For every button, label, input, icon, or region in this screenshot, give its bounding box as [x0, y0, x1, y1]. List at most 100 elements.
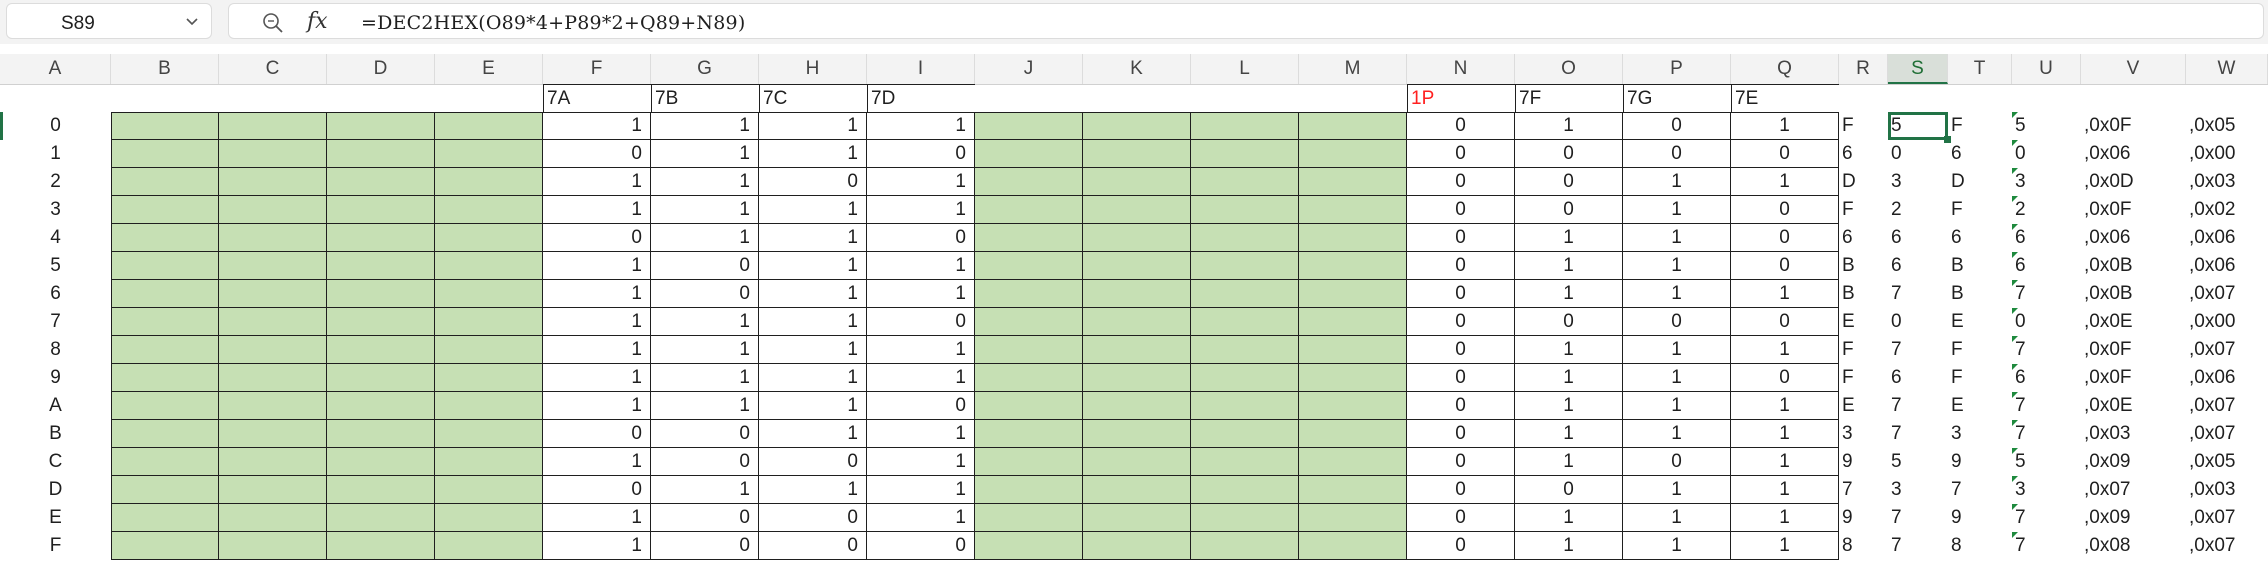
- fill-cell[interactable]: [327, 224, 435, 252]
- fill-cell[interactable]: [1299, 336, 1407, 364]
- data-cell-s[interactable]: 7: [1888, 392, 1948, 420]
- fill-cell[interactable]: [327, 504, 435, 532]
- data-cell-w[interactable]: ,0x03: [2186, 168, 2268, 196]
- data-cell-o[interactable]: 0: [1515, 476, 1623, 504]
- row-label-cell[interactable]: 5: [0, 252, 111, 280]
- header-cell-q[interactable]: 7E: [1731, 84, 1839, 112]
- data-cell-u[interactable]: 0: [2012, 308, 2081, 336]
- row-label-cell[interactable]: 6: [0, 280, 111, 308]
- data-cell-n[interactable]: 0: [1407, 112, 1515, 140]
- fill-cell[interactable]: [435, 224, 543, 252]
- row-label-cell[interactable]: A: [0, 392, 111, 420]
- data-cell-i[interactable]: 1: [867, 196, 975, 224]
- data-cell-u[interactable]: 2: [2012, 196, 2081, 224]
- data-cell-i[interactable]: 1: [867, 252, 975, 280]
- data-cell-q[interactable]: 1: [1731, 336, 1839, 364]
- data-cell-h[interactable]: 1: [759, 364, 867, 392]
- data-cell-v[interactable]: ,0x06: [2081, 224, 2186, 252]
- data-cell-w[interactable]: ,0x06: [2186, 252, 2268, 280]
- data-cell-r[interactable]: 9: [1839, 504, 1888, 532]
- data-cell-i[interactable]: 1: [867, 420, 975, 448]
- data-cell-q[interactable]: 1: [1731, 476, 1839, 504]
- data-cell-t[interactable]: E: [1948, 392, 2012, 420]
- fill-cell[interactable]: [219, 168, 327, 196]
- column-header-i[interactable]: I: [867, 54, 975, 84]
- column-header-u[interactable]: U: [2012, 54, 2081, 84]
- fill-cell[interactable]: [1083, 112, 1191, 140]
- data-cell-q[interactable]: 1: [1731, 112, 1839, 140]
- data-cell-t[interactable]: F: [1948, 196, 2012, 224]
- fill-cell[interactable]: [327, 308, 435, 336]
- fill-cell[interactable]: [1083, 308, 1191, 336]
- data-cell-p[interactable]: 0: [1623, 112, 1731, 140]
- fill-cell[interactable]: [1191, 476, 1299, 504]
- data-cell-o[interactable]: 1: [1515, 224, 1623, 252]
- data-cell-v[interactable]: ,0x08: [2081, 532, 2186, 560]
- data-cell-f[interactable]: 0: [543, 224, 651, 252]
- data-cell-h[interactable]: 1: [759, 392, 867, 420]
- fill-cell[interactable]: [435, 364, 543, 392]
- fill-cell[interactable]: [111, 168, 219, 196]
- data-cell-t[interactable]: E: [1948, 308, 2012, 336]
- fill-cell[interactable]: [1083, 448, 1191, 476]
- row-label-cell[interactable]: 7: [0, 308, 111, 336]
- data-cell-p[interactable]: 1: [1623, 364, 1731, 392]
- data-cell-u[interactable]: 7: [2012, 392, 2081, 420]
- data-cell-r[interactable]: B: [1839, 252, 1888, 280]
- data-cell-g[interactable]: 1: [651, 224, 759, 252]
- data-cell-s[interactable]: 3: [1888, 168, 1948, 196]
- data-cell-g[interactable]: 1: [651, 168, 759, 196]
- fill-cell[interactable]: [327, 392, 435, 420]
- data-cell-p[interactable]: 1: [1623, 476, 1731, 504]
- data-cell-o[interactable]: 0: [1515, 168, 1623, 196]
- data-cell-q[interactable]: 1: [1731, 420, 1839, 448]
- row-label-cell[interactable]: 2: [0, 168, 111, 196]
- column-header-j[interactable]: J: [975, 54, 1083, 84]
- fill-cell[interactable]: [111, 308, 219, 336]
- fill-cell[interactable]: [975, 476, 1083, 504]
- header-cell-p[interactable]: 7G: [1623, 84, 1731, 112]
- column-header-c[interactable]: C: [219, 54, 327, 84]
- data-cell-o[interactable]: 1: [1515, 112, 1623, 140]
- fill-cell[interactable]: [219, 476, 327, 504]
- data-cell-p[interactable]: 1: [1623, 336, 1731, 364]
- data-cell-v[interactable]: ,0x0F: [2081, 112, 2186, 140]
- data-cell-w[interactable]: ,0x00: [2186, 140, 2268, 168]
- data-cell-h[interactable]: 0: [759, 504, 867, 532]
- data-cell-n[interactable]: 0: [1407, 532, 1515, 560]
- column-header-b[interactable]: B: [111, 54, 219, 84]
- data-cell-w[interactable]: ,0x06: [2186, 364, 2268, 392]
- header-cell-h[interactable]: 7C: [759, 84, 867, 112]
- data-cell-i[interactable]: 1: [867, 280, 975, 308]
- fill-cell[interactable]: [327, 532, 435, 560]
- fill-cell[interactable]: [435, 308, 543, 336]
- data-cell-r[interactable]: F: [1839, 336, 1888, 364]
- data-cell-v[interactable]: ,0x03: [2081, 420, 2186, 448]
- fill-cell[interactable]: [111, 420, 219, 448]
- data-cell-q[interactable]: 0: [1731, 140, 1839, 168]
- row-label-cell[interactable]: 3: [0, 196, 111, 224]
- data-cell-p[interactable]: 1: [1623, 392, 1731, 420]
- data-cell-r[interactable]: 7: [1839, 476, 1888, 504]
- data-cell-s[interactable]: 7: [1888, 532, 1948, 560]
- fill-cell[interactable]: [1299, 140, 1407, 168]
- column-header-n[interactable]: N: [1407, 54, 1515, 84]
- data-cell-u[interactable]: 7: [2012, 532, 2081, 560]
- data-cell-p[interactable]: 1: [1623, 532, 1731, 560]
- fill-cell[interactable]: [975, 112, 1083, 140]
- data-cell-o[interactable]: 1: [1515, 532, 1623, 560]
- data-cell-g[interactable]: 0: [651, 420, 759, 448]
- data-cell-g[interactable]: 0: [651, 252, 759, 280]
- fill-cell[interactable]: [1299, 252, 1407, 280]
- data-cell-n[interactable]: 0: [1407, 420, 1515, 448]
- data-cell-w[interactable]: ,0x05: [2186, 448, 2268, 476]
- fill-cell[interactable]: [1083, 476, 1191, 504]
- data-cell-v[interactable]: ,0x0B: [2081, 252, 2186, 280]
- fill-cell[interactable]: [327, 420, 435, 448]
- fill-cell[interactable]: [327, 112, 435, 140]
- data-cell-g[interactable]: 1: [651, 140, 759, 168]
- data-cell-r[interactable]: 3: [1839, 420, 1888, 448]
- fill-cell[interactable]: [219, 140, 327, 168]
- data-cell-p[interactable]: 1: [1623, 504, 1731, 532]
- data-cell-h[interactable]: 1: [759, 196, 867, 224]
